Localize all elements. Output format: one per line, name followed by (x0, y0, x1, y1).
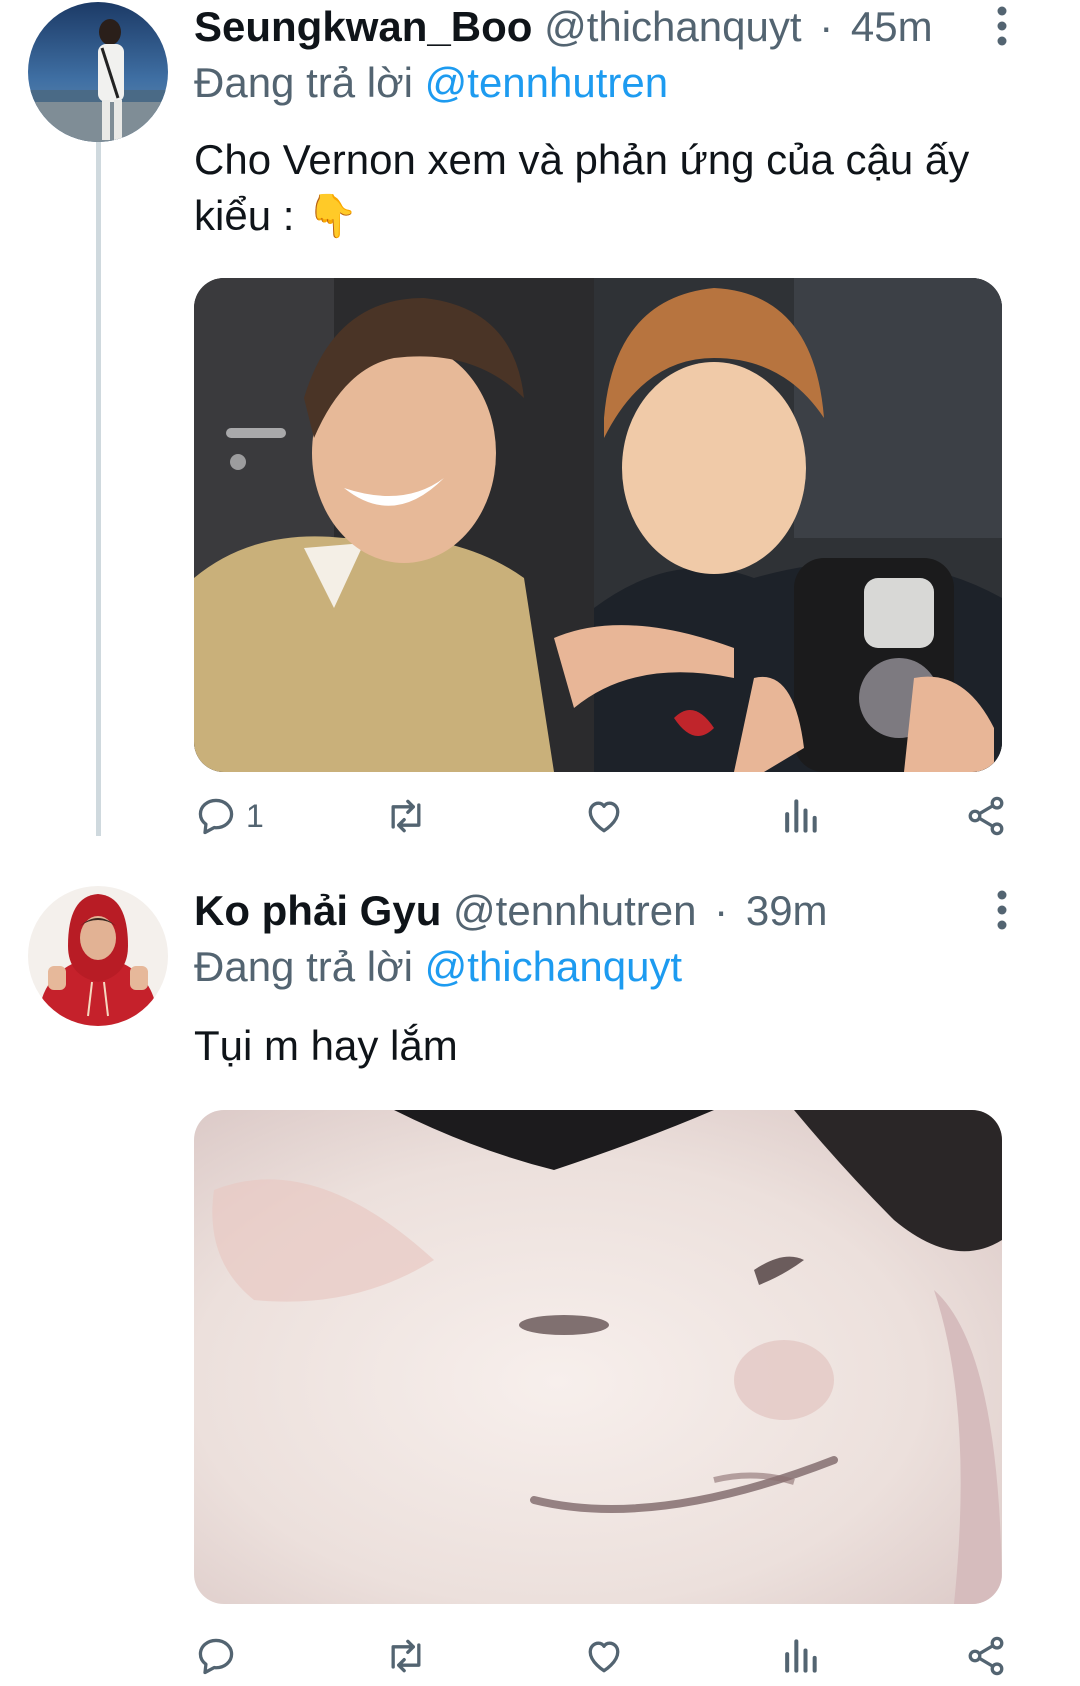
tweet-2[interactable]: Ko phải Gyu @tennhutren · 39m Đang trả l… (0, 878, 1080, 1676)
heart-icon (588, 1641, 620, 1673)
reply-icon (198, 798, 234, 835)
heart-icon (588, 801, 620, 833)
reply-count: 1 (246, 797, 264, 834)
tweet-header: Ko phải Gyu @tennhutren · 39m (194, 884, 1020, 938)
share-button[interactable] (964, 1626, 1008, 1686)
share-icon (968, 796, 1004, 836)
tweet-text: Cho Vernon xem và phản ứng của cậu ấy ki… (194, 136, 970, 239)
reply-icon (198, 1638, 234, 1675)
separator-dot: · (819, 3, 834, 50)
separator-dot: · (714, 887, 729, 934)
handle[interactable]: @tennhutren (453, 887, 696, 934)
handle[interactable]: @thichanquyt (544, 3, 801, 50)
display-name[interactable]: Ko phải Gyu (194, 887, 441, 934)
timestamp[interactable]: 45m (851, 3, 933, 50)
views-button[interactable] (778, 786, 822, 846)
reply-mention[interactable]: @thichanquyt (425, 943, 682, 990)
reply-prefix: Đang trả lời (194, 943, 413, 990)
share-icon (968, 1636, 1004, 1676)
timestamp[interactable]: 39m (746, 887, 828, 934)
tweet-photo[interactable] (194, 1110, 1002, 1604)
more-vertical-icon[interactable] (992, 6, 1012, 46)
replying-to: Đang trả lời @tennhutren (194, 56, 668, 110)
retweet-button[interactable] (384, 1626, 428, 1686)
tweet-actions (194, 1626, 1014, 1686)
replying-to: Đang trả lời @thichanquyt (194, 940, 682, 994)
like-button[interactable] (582, 1626, 626, 1686)
share-button[interactable] (964, 786, 1008, 846)
reply-prefix: Đang trả lời (194, 59, 413, 106)
retweet-icon (391, 1639, 421, 1673)
avatar-gyu[interactable] (28, 886, 168, 1026)
more-vertical-icon[interactable] (992, 890, 1012, 930)
reply-button[interactable]: 1 (194, 786, 264, 846)
reply-button[interactable] (194, 1626, 246, 1686)
tweet-text: Tụi m hay lắm (194, 1022, 458, 1069)
tweet-photo[interactable] (194, 278, 1002, 772)
tweet-header: Seungkwan_Boo @thichanquyt · 45m (194, 0, 1020, 54)
retweet-icon (391, 799, 421, 833)
views-icon (785, 1639, 817, 1673)
like-button[interactable] (582, 786, 626, 846)
avatar-seungkwan[interactable] (28, 2, 168, 142)
reply-mention[interactable]: @tennhutren (425, 59, 668, 106)
views-button[interactable] (778, 1626, 822, 1686)
display-name[interactable]: Seungkwan_Boo (194, 3, 532, 50)
views-icon (785, 799, 817, 833)
tweet-1[interactable]: Seungkwan_Boo @thichanquyt · 45m Đang tr… (0, 0, 1080, 836)
thread-line (96, 142, 101, 836)
tweet-actions: 1 (194, 786, 1014, 846)
retweet-button[interactable] (384, 786, 428, 846)
